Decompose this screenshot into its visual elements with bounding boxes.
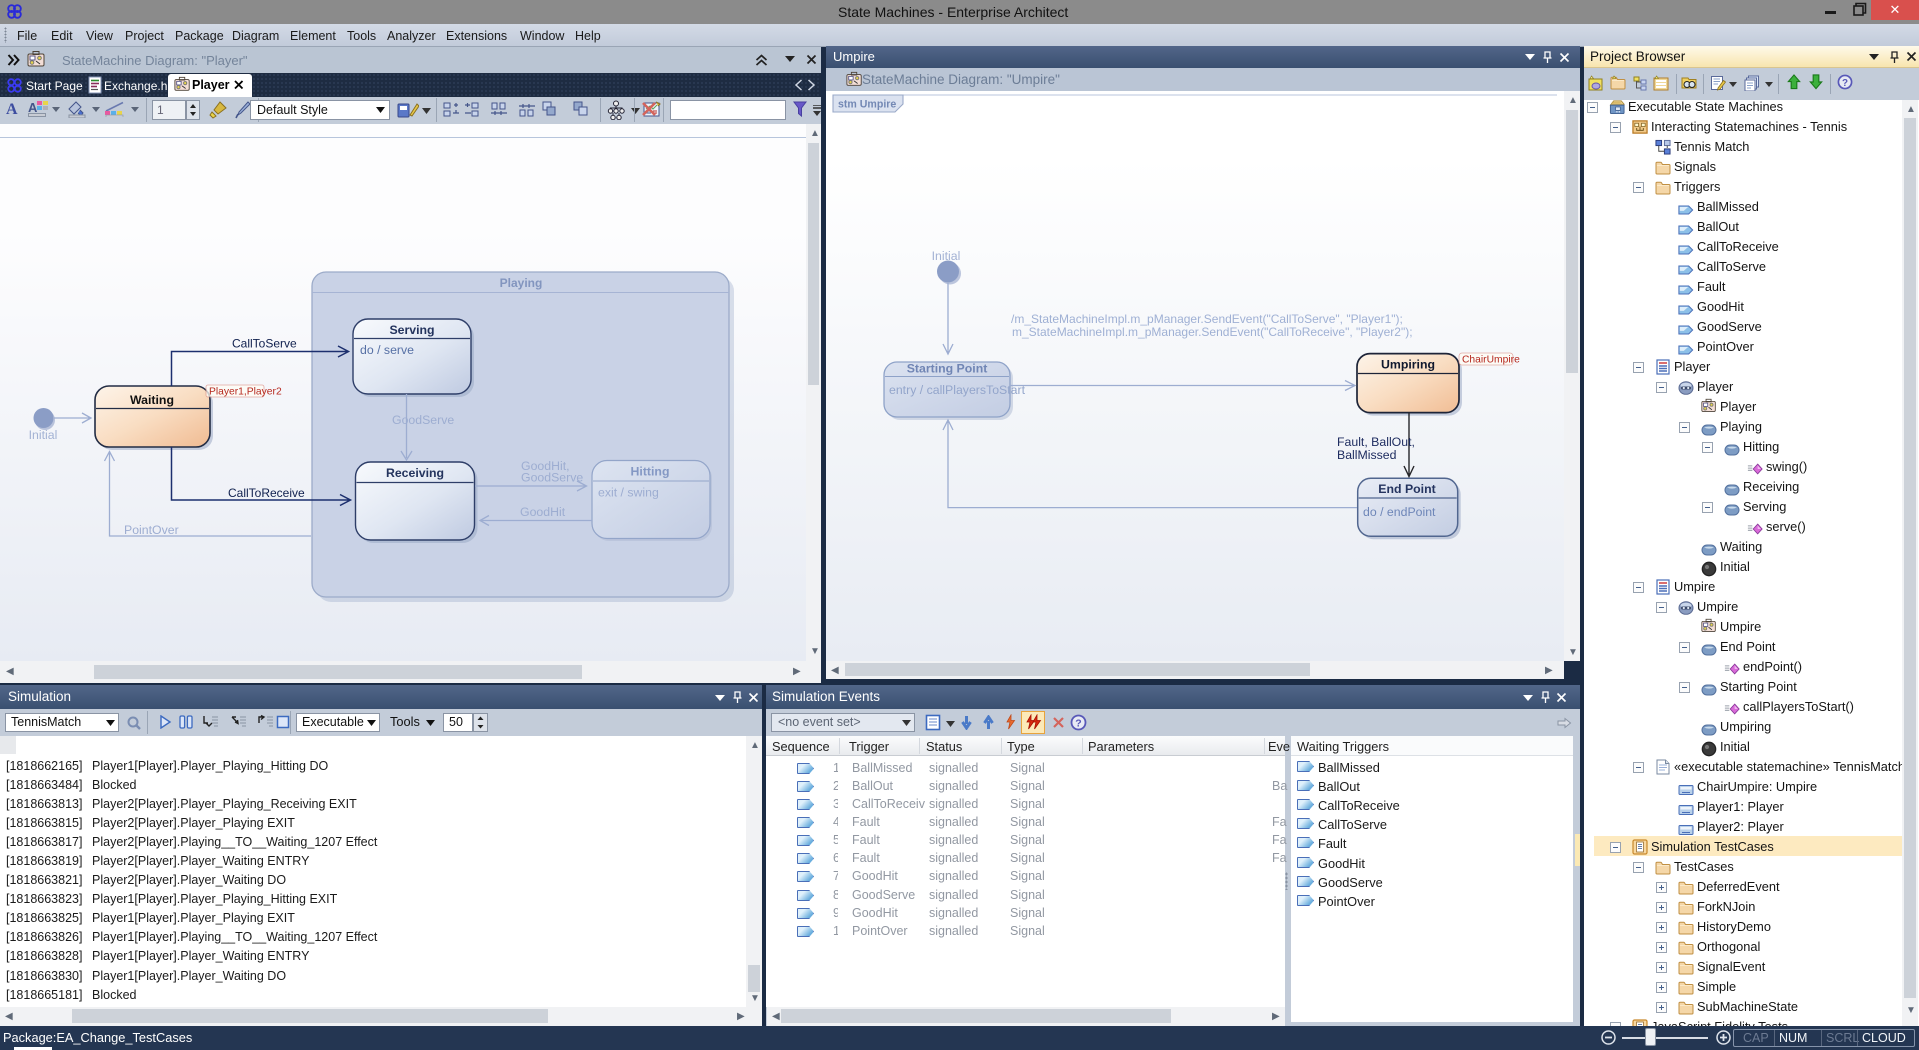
svg-text:ChairUmpire: ChairUmpire: [1462, 355, 1520, 366]
svg-text:Waiting: Waiting: [130, 393, 174, 407]
svg-text:Starting Point: Starting Point: [907, 362, 988, 376]
svg-text:GoodServe: GoodServe: [392, 413, 454, 427]
svg-text:Playing: Playing: [500, 276, 543, 290]
svg-text:CallToReceive: CallToReceive: [228, 486, 305, 500]
svg-text:GoodHit: GoodHit: [520, 505, 566, 519]
svg-text:stm Umpire: stm Umpire: [838, 99, 896, 111]
svg-text:Receiving: Receiving: [386, 466, 444, 480]
svg-text:Initial: Initial: [29, 428, 58, 442]
svg-text:End Point: End Point: [1378, 482, 1435, 496]
svg-text:PointOver: PointOver: [124, 523, 179, 537]
svg-text:do / serve: do / serve: [360, 343, 414, 357]
svg-text:Fault, BallOut,: Fault, BallOut,: [1337, 435, 1415, 449]
svg-text:exit / swing: exit / swing: [598, 486, 659, 500]
svg-text:m_StateMachineImpl.m_pManager.: m_StateMachineImpl.m_pManager.SendEvent(…: [1012, 325, 1413, 339]
svg-text:GoodServe: GoodServe: [521, 471, 583, 485]
svg-text:/m_StateMachineImpl.m_pManager: /m_StateMachineImpl.m_pManager.SendEvent…: [1011, 312, 1403, 326]
svg-text:Serving: Serving: [389, 323, 434, 337]
svg-text:?: ?: [1842, 78, 1848, 89]
svg-text:entry / callPlayersToStart: entry / callPlayersToStart: [889, 383, 1026, 397]
svg-text:do / endPoint: do / endPoint: [1363, 505, 1436, 519]
svg-text:Player1,Player2: Player1,Player2: [209, 387, 282, 398]
svg-text:Umpiring: Umpiring: [1381, 358, 1435, 372]
svg-text:BallMissed: BallMissed: [1337, 448, 1397, 462]
svg-text:CallToServe: CallToServe: [232, 337, 297, 351]
svg-text:Hitting: Hitting: [631, 465, 670, 479]
svg-text:?: ?: [1075, 718, 1081, 730]
